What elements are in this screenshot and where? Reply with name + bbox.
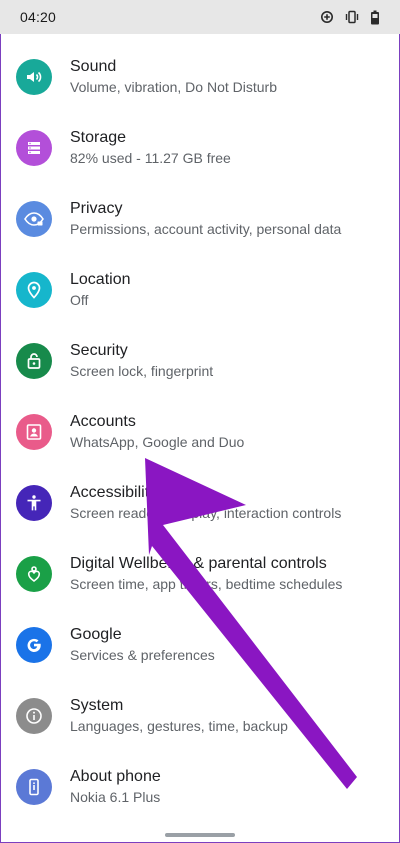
volume-icon — [16, 58, 52, 95]
settings-item-subtitle: Off — [70, 292, 89, 308]
settings-item-subtitle: Screen readers, display, interaction con… — [70, 505, 342, 521]
accessibility-icon — [16, 484, 52, 521]
privacy-eye-icon — [16, 200, 52, 237]
settings-item-title: Storage — [70, 129, 127, 146]
settings-item-subtitle: Volume, vibration, Do Not Disturb — [70, 79, 277, 95]
settings-item-title: Digital Wellbeing & parental controls — [70, 555, 327, 572]
settings-item-privacy[interactable]: Privacy Permissions, account activity, p… — [0, 183, 400, 254]
settings-item-system[interactable]: System Languages, gestures, time, backup — [0, 680, 400, 751]
settings-item-title: About phone — [70, 768, 161, 785]
storage-icon — [16, 129, 52, 166]
settings-item-subtitle: Nokia 6.1 Plus — [70, 789, 161, 805]
settings-item-subtitle: Permissions, account activity, personal … — [70, 221, 342, 237]
gesture-nav-handle[interactable] — [165, 833, 235, 837]
settings-item-storage[interactable]: Storage 82% used - 11.27 GB free — [0, 112, 400, 183]
status-bar: 04:20 — [0, 0, 400, 34]
battery-icon — [370, 10, 380, 25]
phone-icon — [16, 768, 52, 805]
settings-item-subtitle: 82% used - 11.27 GB free — [70, 150, 231, 166]
settings-item-location[interactable]: Location Off — [0, 254, 400, 325]
settings-item-sound[interactable]: Sound Volume, vibration, Do Not Disturb — [0, 41, 400, 112]
settings-item-accessibility[interactable]: Accessibility Screen readers, display, i… — [0, 467, 400, 538]
status-time: 04:20 — [20, 9, 57, 25]
settings-list: Sound Volume, vibration, Do Not Disturb … — [0, 41, 400, 822]
lock-icon — [16, 342, 52, 379]
settings-item-subtitle: Screen time, app timers, bedtime schedul… — [70, 576, 343, 592]
settings-item-subtitle: Screen lock, fingerprint — [70, 363, 214, 379]
settings-item-title: System — [70, 697, 124, 714]
settings-item-title: Security — [70, 342, 128, 359]
settings-item-google[interactable]: Google Services & preferences — [0, 609, 400, 680]
data-saver-icon — [320, 10, 334, 24]
settings-item-title: Sound — [70, 58, 117, 75]
settings-item-title: Accounts — [70, 413, 136, 430]
google-icon — [16, 626, 52, 663]
settings-item-accounts[interactable]: Accounts WhatsApp, Google and Duo — [0, 396, 400, 467]
info-icon — [16, 697, 52, 734]
settings-item-subtitle: WhatsApp, Google and Duo — [70, 434, 245, 450]
settings-item-about-phone[interactable]: About phone Nokia 6.1 Plus — [0, 751, 400, 822]
settings-item-title: Google — [70, 626, 122, 643]
settings-item-subtitle: Languages, gestures, time, backup — [70, 718, 288, 734]
settings-item-digital-wellbeing[interactable]: Digital Wellbeing & parental controls Sc… — [0, 538, 400, 609]
location-pin-icon — [16, 271, 52, 308]
status-icons — [320, 10, 380, 25]
settings-item-title: Location — [70, 271, 131, 288]
vibrate-icon — [344, 10, 360, 24]
settings-item-subtitle: Services & preferences — [70, 647, 215, 663]
settings-item-title: Accessibility — [70, 484, 158, 501]
wellbeing-icon — [16, 555, 52, 592]
account-icon — [16, 413, 52, 450]
settings-item-title: Privacy — [70, 200, 123, 217]
settings-item-security[interactable]: Security Screen lock, fingerprint — [0, 325, 400, 396]
